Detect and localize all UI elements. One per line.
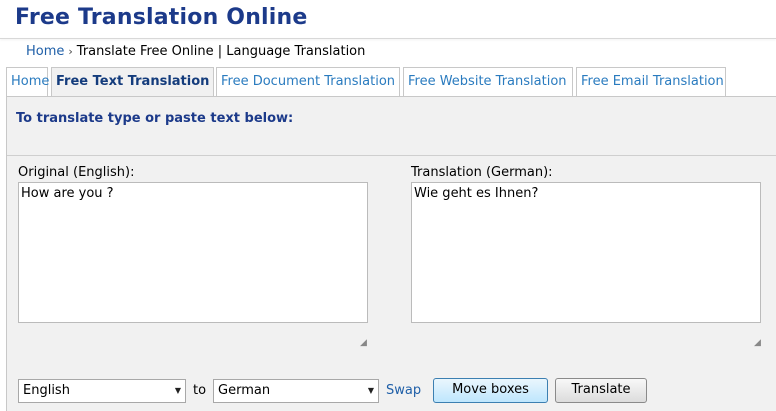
target-language-select[interactable]: German ▼ [213,379,379,403]
translate-button[interactable]: Translate [555,378,647,403]
panel-heading: To translate type or paste text below: [16,111,294,126]
source-language-value: English [23,383,70,398]
original-resize-grip-icon[interactable]: ◢ [360,338,367,348]
tab-free-email-translation[interactable]: Free Email Translation [576,67,726,97]
header-divider [0,38,776,39]
tab-free-website-translation[interactable]: Free Website Translation [403,67,573,97]
site-title: Free Translation Online [15,5,308,30]
translation-panel: To translate type or paste text below: O… [6,96,776,411]
chevron-down-icon: ▼ [367,386,374,395]
breadcrumb-home-link[interactable]: Home [26,44,64,59]
original-label: Original (English): [18,165,135,180]
target-language-value: German [218,383,271,398]
tab-free-text-translation[interactable]: Free Text Translation [51,67,214,98]
to-label: to [193,383,207,398]
breadcrumb-current: Translate Free Online | Language Transla… [76,44,366,59]
move-boxes-button[interactable]: Move boxes [433,378,548,403]
translation-label: Translation (German): [411,165,553,180]
panel-divider [7,155,776,156]
chevron-down-icon: ▼ [174,386,181,395]
breadcrumb-separator-icon: › [68,45,73,58]
tab-home[interactable]: Home [6,67,49,97]
translation-text-output[interactable]: Wie geht es Ihnen? [411,182,761,323]
breadcrumb: Home › Translate Free Online | Language Tr… [26,44,365,59]
source-language-select[interactable]: English ▼ [18,379,186,403]
original-text-input[interactable]: How are you ? [18,182,368,323]
translation-resize-grip-icon[interactable]: ◢ [754,338,761,348]
tab-free-document-translation[interactable]: Free Document Translation [216,67,400,97]
swap-link[interactable]: Swap [386,383,421,398]
